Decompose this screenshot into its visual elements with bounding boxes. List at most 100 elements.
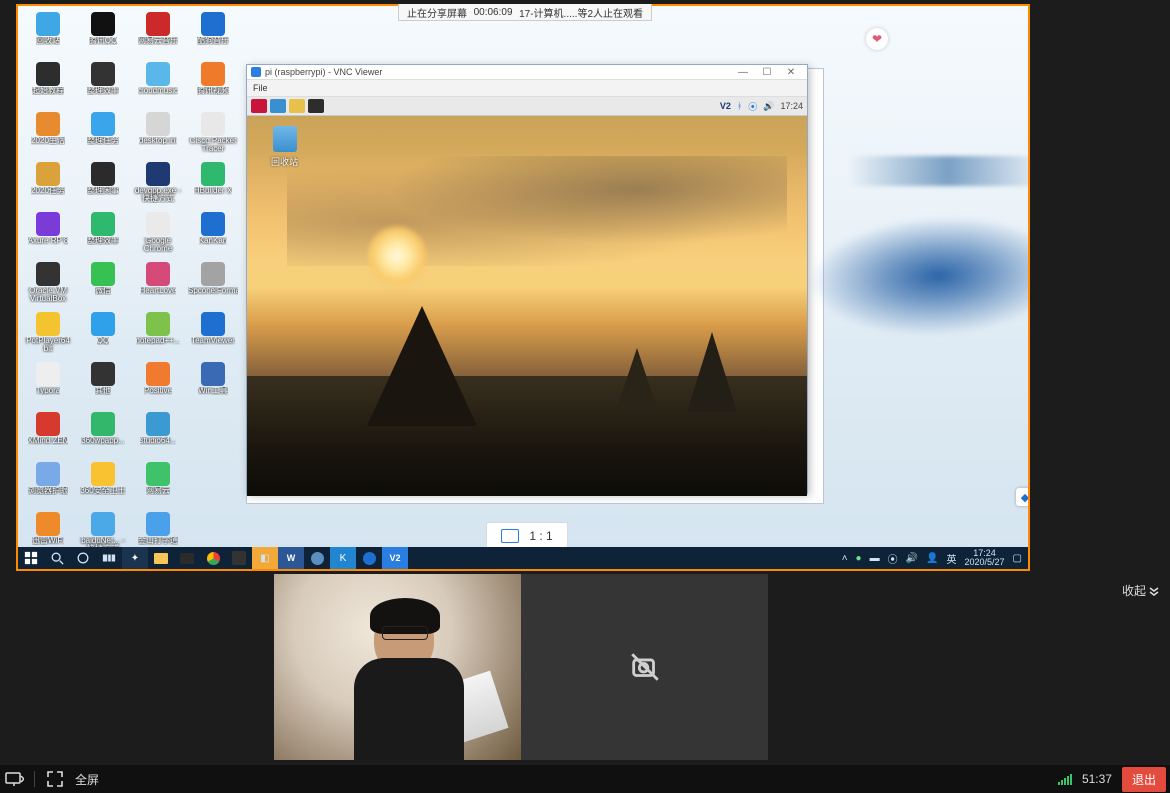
desktop-icon[interactable]: PotPlayer64 bit xyxy=(22,310,74,358)
signal-strength-icon xyxy=(1058,773,1072,785)
desktop-icon[interactable]: 网易云音乐 xyxy=(132,10,184,58)
wifi-icon[interactable]: ⦿ xyxy=(748,100,757,113)
desktop-icon[interactable]: 整理任务 xyxy=(77,110,129,158)
desktop-icon[interactable]: 起始教程 xyxy=(22,60,74,108)
desktop-icon[interactable]: 腾讯QQ xyxy=(77,10,129,58)
desktop-icon[interactable]: 酷狗音乐 xyxy=(187,10,239,58)
zoom-ratio-widget[interactable]: 1 : 1 xyxy=(486,522,568,550)
vnc-menubar[interactable]: File xyxy=(247,80,807,97)
user-tray-icon[interactable]: 👤 xyxy=(926,553,938,564)
pinned-vnc[interactable]: V2 xyxy=(382,547,408,569)
volume-icon[interactable]: 🔊 xyxy=(763,101,774,112)
search-icon[interactable] xyxy=(44,547,70,569)
desktop-icon[interactable]: HeartLove xyxy=(132,260,184,308)
web-browser-icon[interactable] xyxy=(270,99,286,113)
cortana-icon[interactable] xyxy=(70,547,96,569)
fullscreen-label[interactable]: 全屏 xyxy=(75,771,99,788)
rpi-clock: 17:24 xyxy=(780,101,803,111)
desktop-icon[interactable]: Win工具 xyxy=(187,360,239,408)
desktop-icon[interactable]: 360wpapp... xyxy=(77,410,129,458)
pinned-globe[interactable] xyxy=(304,547,330,569)
windows-tray[interactable]: ˄ ● ▬ ⦿ 🔊 👤 英 17:24 2020/5/27 ▢ xyxy=(836,549,1028,567)
sharing-status-banner[interactable]: 止在分享屏幕 00:06:09 17-计算机.....等2人止在观看 xyxy=(398,4,652,21)
notification-icon[interactable]: ▢ xyxy=(1013,553,1022,564)
desktop-icon[interactable]: 2020生活 xyxy=(22,110,74,158)
desktop-icon[interactable]: KanKan xyxy=(187,210,239,258)
desktop-icon[interactable]: 整理闲事 xyxy=(77,160,129,208)
stop-share-label[interactable]: 止在分享屏幕 xyxy=(407,5,467,20)
tray-chevron-up-icon[interactable]: ˄ xyxy=(842,553,848,564)
wechat-tray-icon[interactable]: ● xyxy=(856,553,862,564)
pinned-app-dark[interactable] xyxy=(226,547,252,569)
desktop-icon[interactable]: 2020任务 xyxy=(22,160,74,208)
raspberry-icon[interactable] xyxy=(251,99,267,113)
pinned-app-blue[interactable]: K xyxy=(330,547,356,569)
desktop-icon[interactable]: devqpp.exe - 快捷方式 xyxy=(132,160,184,208)
exit-button[interactable]: 退出 xyxy=(1122,767,1166,792)
maximize-button[interactable]: ☐ xyxy=(755,66,779,78)
pinned-app-orange[interactable]: ◧ xyxy=(252,547,278,569)
desktop-icon[interactable]: cloudmusic xyxy=(132,60,184,108)
desktop-icon[interactable]: 360安全卫士 xyxy=(77,460,129,508)
volume-tray-icon[interactable]: 🔊 xyxy=(906,553,918,564)
vnc-titlebar[interactable]: pi (raspberrypi) - VNC Viewer — ☐ ✕ xyxy=(247,65,807,80)
participant-camera-off[interactable] xyxy=(521,574,768,760)
desktop-icon[interactable]: 其他 xyxy=(77,360,129,408)
desktop-icon[interactable]: Google Chrome xyxy=(132,210,184,258)
file-manager-icon[interactable] xyxy=(289,99,305,113)
vnc-server-icon[interactable]: V2 xyxy=(720,101,731,111)
wifi-tray-icon[interactable]: ⦿ xyxy=(888,551,898,566)
share-viewers-info: 17-计算机.....等2人止在观看 xyxy=(519,5,643,20)
windows-taskbar[interactable]: ✦ ◧ W K V2 ˄ ● ▬ ⦿ 🔊 👤 英 xyxy=(18,547,1028,569)
desktop-icon[interactable]: Axure RP 8 xyxy=(22,210,74,258)
pinned-terminal[interactable] xyxy=(174,547,200,569)
collapse-participants-button[interactable]: 收起 xyxy=(1122,582,1160,599)
desktop-icon[interactable]: Cisco Packet Tracer xyxy=(187,110,239,158)
desktop-icon[interactable]: XMind ZEN xyxy=(22,410,74,458)
share-to-screen-button[interactable] xyxy=(4,769,24,789)
desktop-icon[interactable]: 微信 xyxy=(77,260,129,308)
pinned-app-1[interactable]: ✦ xyxy=(122,547,148,569)
desktop-icon[interactable]: Typora xyxy=(22,360,74,408)
chevron-double-down-icon xyxy=(1148,585,1160,597)
terminal-icon[interactable] xyxy=(308,99,324,113)
battery-icon[interactable]: ▬ xyxy=(870,553,880,564)
desktop-icon[interactable]: 网易云 xyxy=(132,460,184,508)
desktop-icon[interactable]: 整理效率 xyxy=(77,60,129,108)
desktop-icon[interactable]: studio64... xyxy=(132,410,184,458)
desktop-icon[interactable]: 整理效率 xyxy=(77,210,129,258)
teamviewer-float-icon[interactable]: ◆ xyxy=(1016,488,1030,506)
rpi-taskbar[interactable]: V2 ᚼ ⦿ 🔊 17:24 xyxy=(247,97,807,116)
desktop-icon[interactable]: 浏览器护眼 xyxy=(22,460,74,508)
rpi-desktop[interactable]: 回收站 xyxy=(247,116,807,496)
desktop-icon[interactable]: 回收站 xyxy=(22,10,74,58)
bluetooth-icon[interactable]: ᚼ xyxy=(737,101,742,111)
desktop-icon[interactable]: Oracle VM VirtualBox xyxy=(22,260,74,308)
wallpaper-clouds xyxy=(287,156,787,266)
share-elapsed: 00:06:09 xyxy=(474,7,513,18)
pinned-word[interactable]: W xyxy=(278,547,304,569)
minimize-button[interactable]: — xyxy=(731,66,755,78)
close-button[interactable]: ✕ xyxy=(779,66,803,78)
desktop-icon[interactable]: TeamViewer xyxy=(187,310,239,358)
participant-camera-on[interactable] xyxy=(274,574,521,760)
pinned-teamviewer[interactable] xyxy=(356,547,382,569)
desktop-icon[interactable]: Positive xyxy=(132,360,184,408)
taskbar-clock[interactable]: 17:24 2020/5/27 xyxy=(965,549,1005,567)
vnc-menu-file[interactable]: File xyxy=(253,83,268,93)
desktop-icon[interactable]: HBuilder X xyxy=(187,160,239,208)
session-timer: 51:37 xyxy=(1082,772,1112,786)
ime-indicator[interactable]: 英 xyxy=(947,551,957,566)
desktop-icon[interactable]: QQ xyxy=(77,310,129,358)
vnc-viewer-window[interactable]: pi (raspberrypi) - VNC Viewer — ☐ ✕ File xyxy=(246,64,808,494)
desktop-icon[interactable]: 腾讯视频 xyxy=(187,60,239,108)
start-button[interactable] xyxy=(18,547,44,569)
pinned-chrome[interactable] xyxy=(200,547,226,569)
pinned-file-explorer[interactable] xyxy=(148,547,174,569)
desktop-icon[interactable]: SpconelFormatter xyxy=(187,260,239,308)
rpi-trash-icon[interactable]: 回收站 xyxy=(271,126,298,170)
fullscreen-button[interactable] xyxy=(45,769,65,789)
desktop-icon[interactable]: notepad++... xyxy=(132,310,184,358)
task-view-icon[interactable] xyxy=(96,547,122,569)
desktop-icon[interactable]: desktop.ini xyxy=(132,110,184,158)
